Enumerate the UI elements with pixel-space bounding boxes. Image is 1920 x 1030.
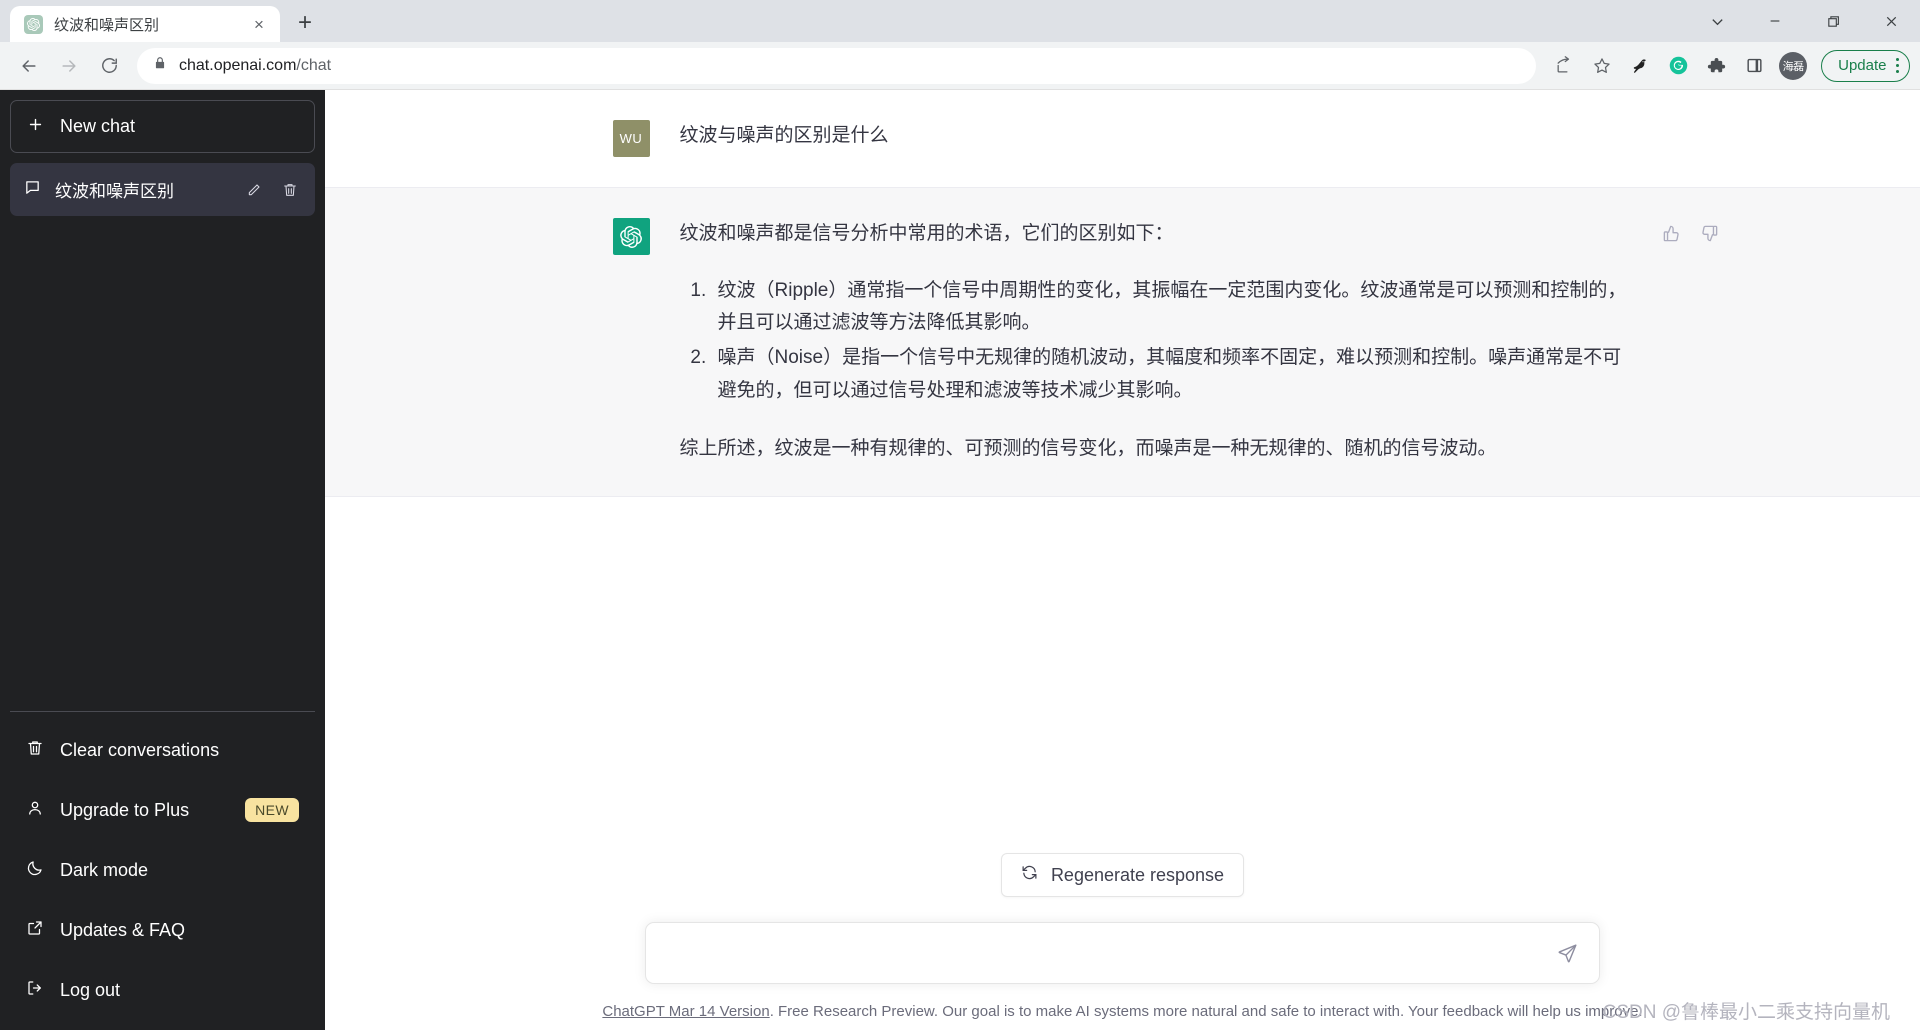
sidebar-item-label: Clear conversations xyxy=(60,739,220,760)
side-panel-icon[interactable] xyxy=(1737,49,1771,83)
avatar: WU xyxy=(612,120,650,157)
footer-note-text: . Free Research Preview. Our goal is to … xyxy=(769,1003,1643,1020)
composer[interactable] xyxy=(645,922,1600,984)
update-button-label: Update xyxy=(1838,57,1887,74)
sidebar-item-label: Dark mode xyxy=(60,859,149,880)
bookmark-star-icon[interactable] xyxy=(1585,49,1619,83)
trash-icon[interactable] xyxy=(279,179,301,201)
tab-search-button[interactable] xyxy=(1688,0,1746,42)
sidebar-footer: Clear conversations Upgrade to Plus NEW … xyxy=(10,711,315,1020)
status-badge: NEW xyxy=(245,798,299,822)
bird-extension-icon[interactable] xyxy=(1623,49,1657,83)
sidebar-item-log-out[interactable]: Log out xyxy=(10,960,315,1020)
message-inner: WU 纹波与噪声的区别是什么 xyxy=(612,90,1633,187)
logout-icon xyxy=(26,979,44,1002)
close-window-button[interactable] xyxy=(1862,0,1920,42)
sidebar-item-label: Upgrade to Plus xyxy=(60,799,190,820)
chat-bubble-icon xyxy=(24,179,41,201)
trash-icon xyxy=(26,739,44,762)
new-chat-label: New chat xyxy=(60,116,136,136)
list-item: 纹波（Ripple）通常指一个信号中周期性的变化，其振幅在一定范围内变化。纹波通… xyxy=(712,275,1633,340)
sidebar-item-label: Log out xyxy=(60,979,121,1000)
forward-arrow-icon[interactable] xyxy=(50,47,88,85)
sidebar-item-conversation[interactable]: 纹波和噪声区别 xyxy=(10,163,315,216)
message-actions xyxy=(1659,220,1723,246)
list-item: 噪声（Noise）是指一个信号中无规律的随机波动，其幅度和频率不固定，难以预测和… xyxy=(712,342,1633,407)
assistant-intro-text: 纹波和噪声都是信号分析中常用的术语，它们的区别如下： xyxy=(679,223,1174,244)
message-user: WU 纹波与噪声的区别是什么 xyxy=(325,90,1920,187)
page-root: New chat 纹波和噪声区别 Clear conversations Upg… xyxy=(0,90,1920,1030)
update-button[interactable]: Update xyxy=(1821,49,1910,82)
conversation-title: 纹波和噪声区别 xyxy=(55,182,174,201)
thumbs-down-icon[interactable] xyxy=(1697,220,1723,246)
extensions-puzzle-icon[interactable] xyxy=(1699,49,1733,83)
chrome-menu-icon[interactable] xyxy=(1895,57,1899,74)
external-link-icon xyxy=(26,919,44,942)
user-message-body: 纹波与噪声的区别是什么 xyxy=(680,120,1633,157)
lock-icon xyxy=(153,56,167,75)
plus-icon xyxy=(27,116,44,138)
message-inner: 纹波和噪声都是信号分析中常用的术语，它们的区别如下： 纹波（Ripple）通常指… xyxy=(612,188,1718,496)
pencil-icon[interactable] xyxy=(243,179,265,201)
user-message-text: 纹波与噪声的区别是什么 xyxy=(679,125,889,146)
browser-title-bar: 纹波和噪声区别 × + xyxy=(0,0,1920,42)
send-paper-plane-icon[interactable] xyxy=(1551,937,1583,969)
moon-icon xyxy=(26,859,44,882)
regenerate-response-label: Regenerate response xyxy=(1050,864,1225,885)
toolbar-icon-group: 海磊 Update xyxy=(1547,49,1910,83)
regenerate-response-button[interactable]: Regenerate response xyxy=(1000,853,1245,897)
new-tab-button[interactable]: + xyxy=(288,6,322,40)
profile-avatar[interactable]: 海磊 xyxy=(1779,51,1808,80)
back-arrow-icon[interactable] xyxy=(10,47,48,85)
sidebar-item-upgrade-to-plus[interactable]: Upgrade to Plus NEW xyxy=(10,780,315,840)
composer-area: Regenerate response ChatGPT Mar 14 Versi… xyxy=(325,853,1920,1030)
openai-logo-icon xyxy=(24,14,43,34)
new-chat-button[interactable]: New chat xyxy=(10,100,315,153)
grammarly-icon[interactable] xyxy=(1661,49,1695,83)
sidebar-item-dark-mode[interactable]: Dark mode xyxy=(10,840,315,900)
sidebar-item-updates-faq[interactable]: Updates & FAQ xyxy=(10,900,315,960)
tab-title: 纹波和噪声区别 xyxy=(54,16,160,34)
chat-thread: WU 纹波与噪声的区别是什么 纹波和噪声都是信号分析中常用的术语，它们的区别如下… xyxy=(325,90,1920,853)
message-assistant: 纹波和噪声都是信号分析中常用的术语，它们的区别如下： 纹波（Ripple）通常指… xyxy=(325,187,1920,498)
assistant-closing-text: 综上所述，纹波是一种有规律的、可预测的信号变化，而噪声是一种无规律的、随机的信号… xyxy=(679,438,1497,460)
assistant-message-body: 纹波和噪声都是信号分析中常用的术语，它们的区别如下： 纹波（Ripple）通常指… xyxy=(680,218,1633,466)
share-icon[interactable] xyxy=(1547,49,1581,83)
openai-logo-icon xyxy=(612,218,650,255)
browser-tab[interactable]: 纹波和噪声区别 × xyxy=(10,6,280,42)
chat-input[interactable] xyxy=(664,942,1551,964)
assistant-list: 纹波（Ripple）通常指一个信号中周期性的变化，其振幅在一定范围内变化。纹波通… xyxy=(680,275,1633,408)
maximize-button[interactable] xyxy=(1804,0,1862,42)
sidebar: New chat 纹波和噪声区别 Clear conversations Upg… xyxy=(0,90,325,1030)
tab-strip: 纹波和噪声区别 × + xyxy=(0,0,322,42)
refresh-icon xyxy=(1021,864,1038,886)
footer-note: ChatGPT Mar 14 Version. Free Research Pr… xyxy=(602,1001,1642,1022)
version-link[interactable]: ChatGPT Mar 14 Version xyxy=(602,1003,769,1020)
address-bar-url: chat.openai.com/chat xyxy=(179,56,332,74)
sidebar-item-label: Updates & FAQ xyxy=(60,919,186,940)
close-icon[interactable]: × xyxy=(248,13,270,35)
sidebar-item-clear-conversations[interactable]: Clear conversations xyxy=(10,720,315,780)
window-controls xyxy=(1688,0,1920,42)
watermark: CSDN @鲁棒最小二乘支持向量机 xyxy=(1602,1002,1890,1023)
conversation-list: 纹波和噪声区别 xyxy=(10,163,315,711)
minimize-button[interactable] xyxy=(1746,0,1804,42)
thumbs-up-icon[interactable] xyxy=(1659,220,1685,246)
address-bar[interactable]: chat.openai.com/chat xyxy=(137,47,1537,84)
browser-toolbar: chat.openai.com/chat 海磊 Update xyxy=(0,42,1920,90)
user-icon xyxy=(26,799,44,822)
main-content: WU 纹波与噪声的区别是什么 纹波和噪声都是信号分析中常用的术语，它们的区别如下… xyxy=(325,90,1920,1030)
reload-icon[interactable] xyxy=(90,47,128,85)
